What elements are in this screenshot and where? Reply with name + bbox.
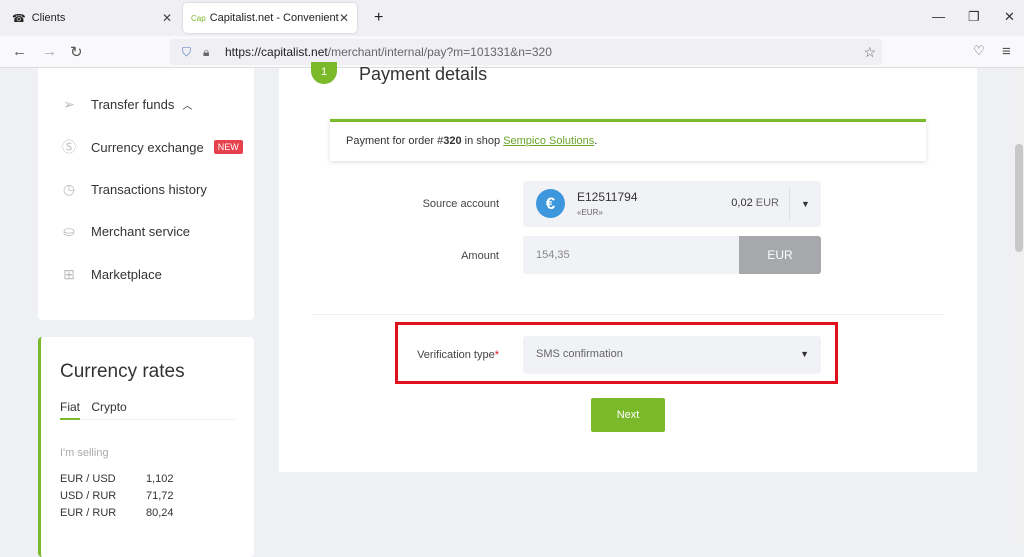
new-badge: NEW — [213, 140, 243, 154]
close-window-icon[interactable]: ✕ — [1004, 9, 1015, 25]
amount-currency: EUR — [739, 236, 821, 274]
step-badge: 1 — [311, 62, 337, 84]
rate-row: USD / RUR 71,72 — [60, 490, 174, 502]
order-notice: Payment for order #320 in shop Sempico S… — [330, 119, 926, 161]
sidebar-item-transfer-funds[interactable]: ➢ Transfer funds ︿ — [60, 95, 192, 113]
next-button[interactable]: Next — [591, 398, 665, 432]
sidebar-item-label: Transactions history — [91, 181, 207, 197]
grid-plus-icon: ⊞ — [63, 266, 75, 282]
amount-value: 154,35 — [536, 249, 570, 261]
amount-label: Amount — [461, 250, 499, 262]
tab-label: Clients — [31, 12, 66, 24]
sidebar-item-merchant-service[interactable]: ⛀ Merchant service — [60, 222, 190, 240]
tab-clients[interactable]: ☎ Clients ✕ — [4, 3, 180, 33]
url-host: https://capitalist.net — [225, 45, 328, 59]
sidebar: ➢ Transfer funds ︿ Ⓢ Currency exchange NEW ◷… — [38, 68, 254, 320]
merchant-icon: ⛀ — [63, 223, 75, 239]
sidebar-item-label: Currency exchange — [91, 139, 204, 155]
payment-panel: 1 Payment details Payment for order #320… — [279, 62, 977, 472]
capitalist-favicon-icon: Cap — [191, 13, 206, 23]
sidebar-item-marketplace[interactable]: ⊞ Marketplace — [60, 265, 162, 283]
restore-icon[interactable]: ❐ — [968, 9, 980, 25]
close-tab-icon[interactable]: ✕ — [339, 11, 349, 25]
tab-capitalist[interactable]: CapCapitalist.net - Convenient onli✕ — [183, 3, 357, 33]
account-number: E12511794 — [577, 190, 638, 204]
menu-icon[interactable]: ≡ — [1002, 43, 1011, 60]
amount-field[interactable]: 154,35 EUR — [523, 236, 821, 274]
tab-bar: ☎ Clients ✕ Cap Capitalist.net - Convenient… — [0, 0, 1024, 36]
dollar-circle-icon: Ⓢ — [62, 139, 76, 155]
sidebar-item-label: Marketplace — [91, 266, 162, 282]
rate-row: EUR / RUR 80,24 — [60, 507, 174, 519]
tab-crypto[interactable]: Crypto — [91, 400, 126, 414]
back-icon[interactable]: ← — [12, 43, 27, 60]
source-account-select[interactable]: € E12511794 «EUR» 0,02 EUR ▼ — [523, 181, 821, 227]
url-path: /merchant/internal/pay?m=101331&n=320 — [327, 45, 552, 59]
reload-icon[interactable]: ↻ — [70, 43, 83, 61]
clock-icon: ◷ — [62, 181, 76, 197]
new-tab-button[interactable]: + — [366, 3, 391, 33]
shop-link[interactable]: Sempico Solutions — [503, 135, 594, 147]
tab-label: Capitalist.net - Convenient onli — [209, 12, 340, 24]
sidebar-item-label: Transfer funds — [91, 96, 175, 112]
close-tab-icon[interactable]: ✕ — [162, 11, 172, 25]
currency-rates-panel: Currency rates Fiat Crypto I'm selling E… — [38, 337, 254, 557]
account-balance: 0,02 EUR — [731, 197, 779, 209]
euro-icon: € — [536, 189, 565, 218]
address-bar[interactable]: ⛉ 🔒︎ https://capitalist.net/merchant/int… — [170, 39, 882, 65]
bookmark-star-icon[interactable]: ☆ — [863, 44, 876, 61]
shield-icon: ⛉ — [182, 44, 192, 59]
chevron-up-icon: ︿ — [182, 100, 193, 112]
rate-row: EUR / USD 1,102 — [60, 473, 174, 485]
highlight-box — [395, 322, 838, 384]
lock-icon: 🔒︎ — [203, 44, 210, 59]
clients-favicon-icon: ☎ — [12, 12, 26, 25]
forward-icon[interactable]: → — [42, 43, 57, 60]
sidebar-item-label: Merchant service — [91, 223, 190, 239]
minimize-icon[interactable]: — — [932, 9, 945, 24]
sidebar-item-transactions-history[interactable]: ◷ Transactions history — [60, 180, 207, 198]
rates-list: EUR / USD 1,102 USD / RUR 71,72 EUR / RUR 8… — [60, 471, 174, 522]
tab-fiat[interactable]: Fiat — [60, 400, 81, 420]
sidebar-item-currency-exchange[interactable]: Ⓢ Currency exchange NEW — [60, 138, 243, 156]
account-currency: «EUR» — [577, 208, 603, 217]
paper-plane-icon: ➢ — [63, 96, 75, 112]
page-title: Payment details — [359, 64, 488, 84]
scrollbar[interactable] — [1014, 68, 1024, 543]
rates-title: Currency rates — [60, 361, 185, 382]
dropdown-arrow-icon: ▼ — [789, 187, 821, 221]
nav-bar: ← → ↻ ⛉ 🔒︎ https://capitalist.net/mercha… — [0, 36, 1024, 68]
pocket-icon[interactable]: ♡ — [973, 43, 985, 59]
source-account-label: Source account — [422, 198, 499, 210]
rates-subtitle: I'm selling — [60, 447, 109, 459]
divider — [313, 314, 943, 315]
